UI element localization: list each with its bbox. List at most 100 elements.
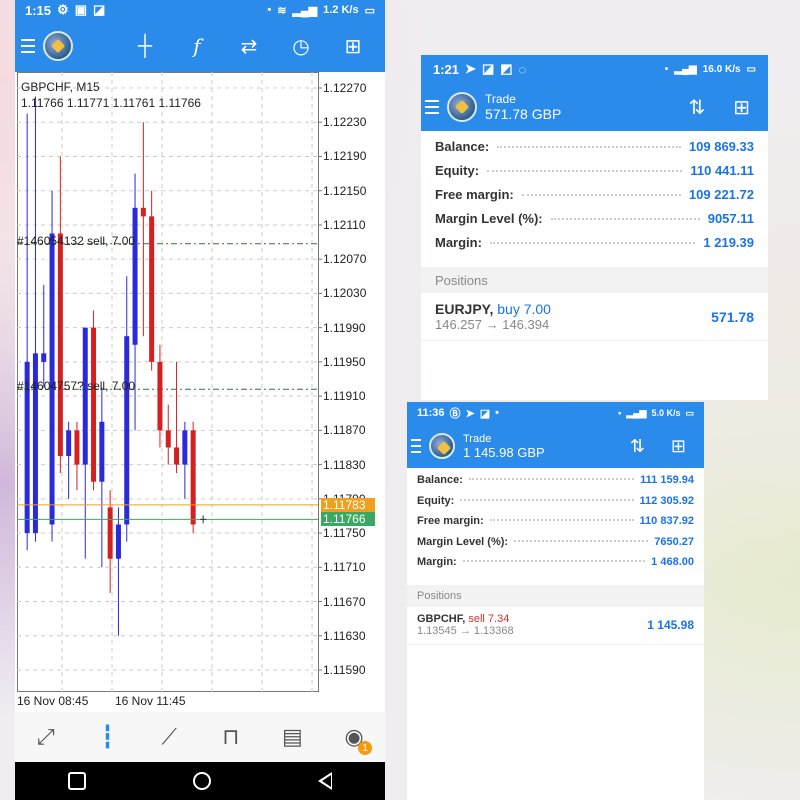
app-logo [429,433,455,459]
new-order-icon[interactable]: ⊞ [341,34,365,58]
recents-button[interactable] [68,772,87,790]
candle-body [149,216,155,362]
bid-price-tag: 1.11766 [321,512,375,527]
positions-header: Positions [421,267,768,293]
signal-icon: ▂▄▆ [674,63,697,75]
price-tick-label: 1.12030 [323,286,367,301]
price-tick-label: 1.11670 [323,594,366,609]
price-tick-label: 1.11950 [323,354,366,369]
position-prices: 146.257 → 146.394 [435,317,550,332]
candle-body [57,233,63,457]
price-tick-label: 1.12190 [323,149,367,164]
chart-icon[interactable]: ┇ [93,723,121,751]
indicators-icon[interactable]: f [185,34,209,58]
message-badge: 1 [358,741,373,755]
candle-body [182,430,188,465]
network-speed: 5.0 K/s [651,408,681,418]
mic-icon: ◌ [518,61,527,77]
position-side: buy 7.00 [497,301,551,317]
news-icon[interactable]: ▤ [278,723,306,751]
screenshot-icon: ▣ [74,2,87,17]
candle-body [140,207,146,217]
status-bar: 11:36 Ⓑ ➤ ◪ • • ▂▄▆ 5.0 K/s ▭ [407,402,704,424]
battery-icon: ▭ [685,407,694,418]
candle-body [190,430,196,525]
menu-icon[interactable] [425,100,439,114]
candle-body [91,327,97,482]
chart-area[interactable]: GBPCHF, M15 1.11766 1.11771 1.11761 1.11… [15,72,385,712]
account-row: Balance: 109 869.33 [435,139,754,154]
app-logo [43,31,73,61]
system-navigation [15,762,385,800]
candle-body [74,430,80,465]
candle-body [115,524,121,559]
network-speed: 16.0 K/s [702,63,741,75]
battery-icon: ▭ [746,63,756,75]
sort-icon[interactable]: ⇅ [630,436,645,457]
status-time: 11:36 [417,407,445,419]
price-tick-label: 1.11630 [323,628,366,643]
account-row: Equity: 112 305.92 [417,494,694,507]
home-button[interactable] [192,772,211,790]
price-tick-label: 1.11710 [323,560,366,575]
position-profit: 571.78 [711,308,754,325]
trade-header: Trade 1 145.98 GBP ⇅ ⊞ [407,424,704,468]
status-time: 1:21 [433,61,460,77]
telegram-icon: ➤ [465,61,476,76]
profit-total: 1 145.98 GBP [463,444,545,460]
phone-chart-screen: 1:15 ⚙ ▣ ◪ • ≋ ▂▄▆ 1.2 K/s ▭ ┼ f ⇄ ◷ ⊞ G… [15,0,385,800]
position-row[interactable]: GBPCHF, sell 7.34 1.13545 → 1.13368 1 14… [407,607,704,645]
trade-icon[interactable]: ⟋ [155,723,183,751]
account-row: Margin Level (%): 9057.11 [435,211,754,226]
chart-toolbar: ┼ f ⇄ ◷ ⊞ [15,20,385,72]
position-prices: 1.13545 → 1.13368 [417,625,514,637]
image-icon: ◪ [479,407,491,420]
status-time: 1:15 [25,2,52,18]
app-logo [447,92,477,122]
quotes-icon[interactable]: ⤢ [32,723,60,751]
dot-icon: • [664,63,669,75]
network-speed: 1.2 K/s [323,4,359,16]
chart-ohlc: 1.11766 1.11771 1.11761 1.11766 [21,96,201,110]
messages-icon[interactable]: ◉ 1 [340,723,373,755]
history-icon[interactable]: ⊓ [217,723,245,751]
position-row[interactable]: EURJPY, buy 7.00 146.257 → 146.394 571.7… [421,293,768,341]
candle-body [99,421,105,482]
trade-header: Trade 571.78 GBP ⇅ ⊞ [421,83,768,131]
screen-title: Trade [485,92,516,106]
candle-body [124,336,130,525]
phone-trade-screen-2: 11:36 Ⓑ ➤ ◪ • • ▂▄▆ 5.0 K/s ▭ Trade 1 14… [407,402,704,800]
candle-body [157,361,163,431]
image-icon: ◪ [481,61,495,76]
status-bar: 1:21 ➤ ◪ ◩ ◌ • ▂▄▆ 16.0 K/s ▭ [421,55,768,83]
settings-icon: ⚙ [57,2,69,17]
new-order-icon[interactable]: ⊞ [733,95,750,120]
status-bar: 1:15 ⚙ ▣ ◪ • ≋ ▂▄▆ 1.2 K/s ▭ [15,0,385,20]
back-button[interactable] [317,772,332,790]
wifi-icon: ≋ [277,4,287,17]
position-profit: 1 145.98 [647,618,694,632]
position-side: sell 7.34 [468,613,510,625]
price-tick-label: 1.11750 [323,526,366,541]
account-row: Margin: 1 468.00 [417,556,694,568]
candle-body [174,447,180,465]
menu-icon[interactable] [411,439,421,453]
price-tick-label: 1.11870 [323,423,366,438]
candle-body [132,207,138,345]
symbols-icon[interactable]: ⇄ [237,34,261,58]
profit-total: 571.78 GBP [485,106,562,122]
phone-trade-screen-1: 1:21 ➤ ◪ ◩ ◌ • ▂▄▆ 16.0 K/s ▭ Trade 571.… [421,55,768,400]
price-tick-label: 1.12230 [323,115,367,130]
account-row: Margin Level (%): 7650.27 [417,535,694,548]
menu-icon[interactable] [21,39,35,53]
timeframe-icon[interactable]: ◷ [289,34,313,58]
candle-body [41,353,47,362]
chart-symbol-title: GBPCHF, M15 [21,80,100,94]
dot-icon: • [267,4,272,16]
sort-icon[interactable]: ⇅ [688,95,705,120]
order-label: #146054132 sell, 7.00 [17,233,136,248]
new-order-icon[interactable]: ⊞ [671,436,686,457]
candle-body [165,430,171,448]
crosshair-icon[interactable]: ┼ [133,34,157,58]
account-row: Free margin: 109 221.72 [435,187,754,202]
